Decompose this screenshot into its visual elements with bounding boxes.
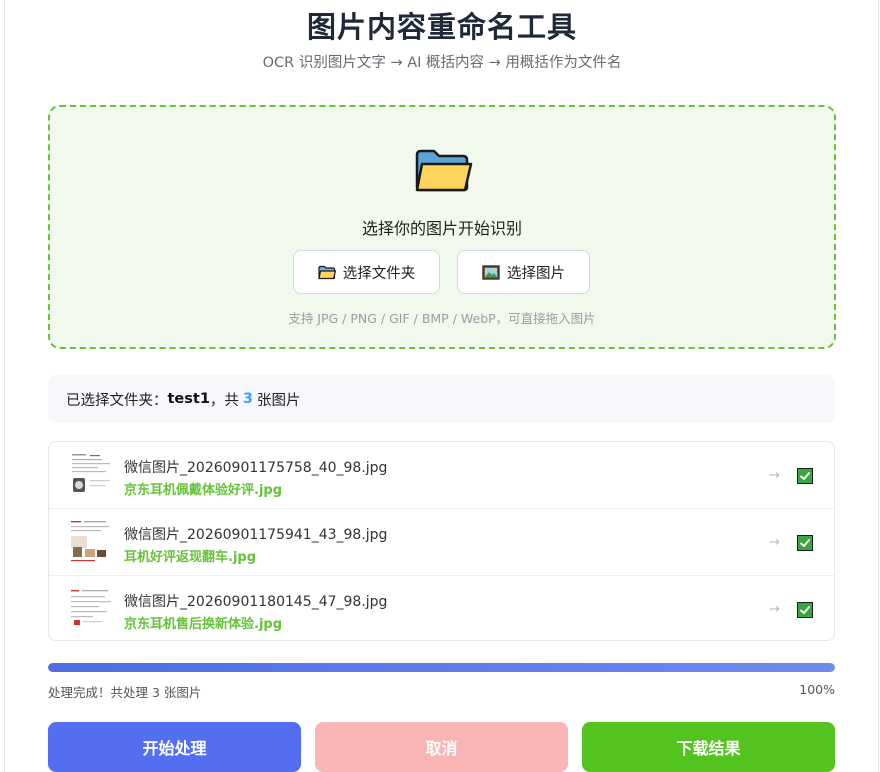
page-subtitle: OCR 识别图片文字 → AI 概括内容 → 用概括作为文件名	[262, 55, 622, 71]
image-dropzone[interactable]: 选择你的图片开始识别 选择文件夹 选择图片 支持 JPG / PNG / GIF…	[48, 105, 836, 349]
selection-summary: 已选择文件夹： test1 ，共 3 张图片	[48, 375, 835, 423]
file-list: 微信图片_20260901175758_40_98.jpg 京东耳机佩戴体验好评…	[48, 441, 835, 641]
original-filename: 微信图片_20260901175941_43_98.jpg	[124, 527, 388, 543]
select-image-button[interactable]: 选择图片	[457, 250, 590, 294]
file-row: 微信图片_20260901180145_47_98.jpg 京东耳机售后换新体验…	[49, 576, 834, 640]
cancel-button[interactable]: 取消	[315, 722, 568, 772]
include-checkbox[interactable]	[797, 602, 813, 618]
summary-suffix: 张图片	[257, 392, 301, 409]
check-icon	[800, 472, 810, 480]
dropzone-prompt: 选择你的图片开始识别	[361, 219, 522, 238]
include-checkbox[interactable]	[797, 468, 813, 484]
file-thumbnail	[68, 452, 114, 498]
page-title: 图片内容重命名工具	[306, 10, 577, 44]
image-icon	[482, 264, 500, 280]
file-row: 微信图片_20260901175941_43_98.jpg 耳机好评返现翻车.j…	[49, 509, 834, 576]
select-folder-button[interactable]: 选择文件夹	[293, 250, 440, 294]
folder-icon	[318, 265, 336, 279]
check-icon	[800, 539, 810, 547]
progress-status: 处理完成！共处理 3 张图片	[48, 685, 202, 700]
progress-bar	[48, 663, 835, 672]
right-border	[878, 0, 879, 772]
summary-middle: ，共	[209, 392, 239, 409]
start-button[interactable]: 开始处理	[48, 722, 301, 772]
page: 图片内容重命名工具 OCR 识别图片文字 → AI 概括内容 → 用概括作为文件…	[0, 0, 880, 772]
arrow-right-icon: →	[769, 602, 780, 617]
download-button[interactable]: 下载结果	[582, 722, 835, 772]
new-filename: 京东耳机售后换新体验.jpg	[124, 617, 283, 632]
new-filename: 京东耳机佩戴体验好评.jpg	[124, 483, 283, 498]
file-row: 微信图片_20260901175758_40_98.jpg 京东耳机佩戴体验好评…	[49, 442, 834, 509]
progress-percent: 100%	[799, 682, 835, 697]
select-folder-label: 选择文件夹	[342, 265, 416, 282]
progress-fill	[48, 663, 835, 672]
file-thumbnail	[68, 586, 114, 632]
new-filename: 耳机好评返现翻车.jpg	[124, 550, 257, 565]
summary-folder-name: test1	[167, 391, 210, 407]
left-border	[4, 0, 5, 772]
check-icon	[800, 606, 810, 614]
summary-prefix: 已选择文件夹：	[66, 392, 168, 409]
dropzone-hint: 支持 JPG / PNG / GIF / BMP / WebP，可直接拖入图片	[288, 311, 596, 326]
summary-count: 3	[242, 391, 254, 407]
file-thumbnail	[68, 519, 114, 565]
include-checkbox[interactable]	[797, 535, 813, 551]
original-filename: 微信图片_20260901175758_40_98.jpg	[124, 460, 388, 476]
original-filename: 微信图片_20260901180145_47_98.jpg	[124, 594, 388, 610]
select-image-label: 选择图片	[507, 265, 565, 282]
folder-icon	[415, 149, 473, 192]
arrow-right-icon: →	[769, 535, 780, 550]
arrow-right-icon: →	[769, 468, 780, 483]
